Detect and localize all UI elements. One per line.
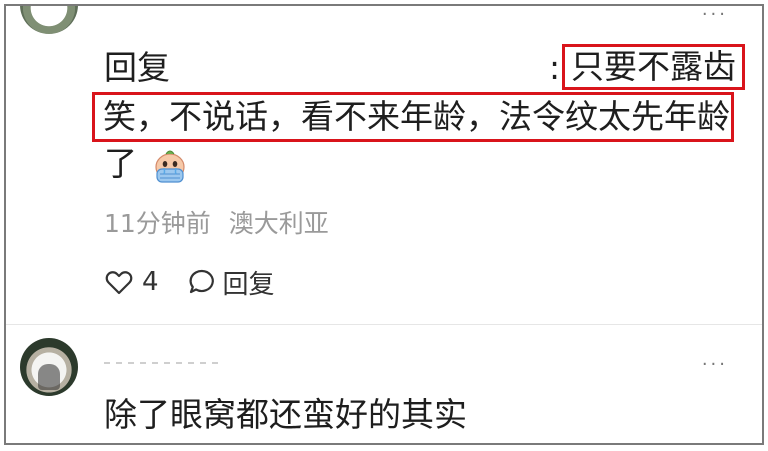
avatar[interactable] — [20, 6, 78, 34]
location: 澳大利亚 — [228, 209, 329, 238]
highlighted-text: 只要不露齿 — [562, 44, 745, 90]
avatar[interactable] — [20, 338, 78, 396]
more-options-icon[interactable]: ··· — [702, 356, 728, 374]
comment-meta: 11分钟前 澳大利亚 — [104, 204, 329, 240]
divider — [6, 324, 762, 325]
comment-body: 除了眼窝都还蛮好的其实 — [104, 395, 467, 434]
reply-prefix: 回复 — [104, 48, 170, 87]
username-obscured — [104, 356, 224, 370]
reply-colon: : — [549, 48, 561, 87]
heart-icon[interactable] — [104, 267, 134, 297]
like-count: 4 — [142, 267, 159, 297]
comment-body-tail: 了 — [104, 140, 188, 188]
reply-button[interactable]: 回复 — [223, 264, 275, 301]
comment-thread-panel: ··· 回复 : 只要不露齿 笑，不说话，看不来年龄，法令纹太先年龄 了 11分… — [4, 4, 764, 445]
crying-emoji-icon — [154, 150, 185, 183]
comment-tail-text: 了 — [104, 144, 137, 183]
more-options-icon[interactable]: ··· — [702, 6, 728, 24]
timestamp: 11分钟前 — [104, 209, 211, 238]
comment-body-line: 回复 : 只要不露齿 — [104, 44, 754, 92]
comment-bubble-icon[interactable] — [187, 267, 217, 297]
highlighted-text-line: 笑，不说话，看不来年龄，法令纹太先年龄 — [92, 92, 734, 142]
comment-actions: 4 回复 — [104, 264, 275, 300]
